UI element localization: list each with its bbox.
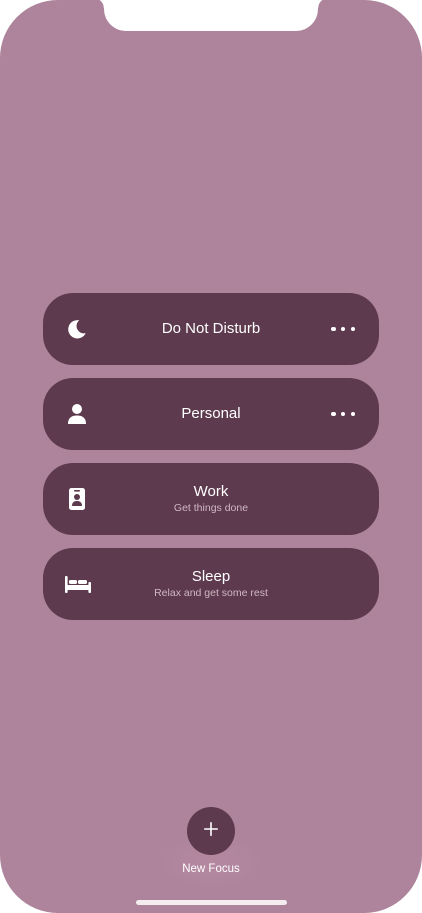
new-focus-button[interactable]	[187, 807, 235, 855]
dot	[350, 326, 355, 332]
focus-item-title: Do Not Disturb	[161, 320, 261, 337]
phone-screen: Do Not Disturb Personal Work Get things …	[0, 0, 422, 913]
more-options-button[interactable]	[331, 404, 355, 424]
dot	[350, 411, 355, 417]
focus-mode-list: Do Not Disturb Personal Work Get things …	[43, 293, 379, 633]
dot	[331, 326, 336, 332]
focus-item-subtitle: Get things done	[173, 502, 249, 514]
focus-item-sleep[interactable]: Sleep Relax and get some rest	[43, 548, 379, 620]
focus-item-title: Personal	[181, 405, 241, 422]
new-focus: New Focus	[153, 802, 269, 892]
plus-icon	[204, 821, 218, 841]
home-indicator[interactable]	[136, 900, 287, 905]
dot	[331, 411, 336, 417]
focus-item-text: Work Get things done	[113, 463, 309, 535]
focus-item-work[interactable]: Work Get things done	[43, 463, 379, 535]
new-focus-label: New Focus	[182, 863, 240, 875]
bed-icon	[63, 572, 93, 596]
person-icon	[65, 402, 89, 426]
notch	[94, 0, 328, 31]
focus-item-subtitle: Relax and get some rest	[154, 587, 268, 599]
focus-item-title: Sleep	[191, 568, 231, 585]
dot	[340, 411, 346, 417]
focus-item-text: Sleep Relax and get some rest	[113, 548, 309, 620]
id-badge-icon	[65, 487, 89, 511]
more-options-button[interactable]	[331, 319, 355, 339]
focus-item-personal[interactable]: Personal	[43, 378, 379, 450]
dot	[340, 326, 346, 332]
focus-item-title: Work	[193, 483, 229, 500]
focus-item-text: Personal	[113, 378, 309, 450]
moon-icon	[65, 317, 89, 341]
focus-item-do-not-disturb[interactable]: Do Not Disturb	[43, 293, 379, 365]
focus-item-text: Do Not Disturb	[113, 293, 309, 365]
